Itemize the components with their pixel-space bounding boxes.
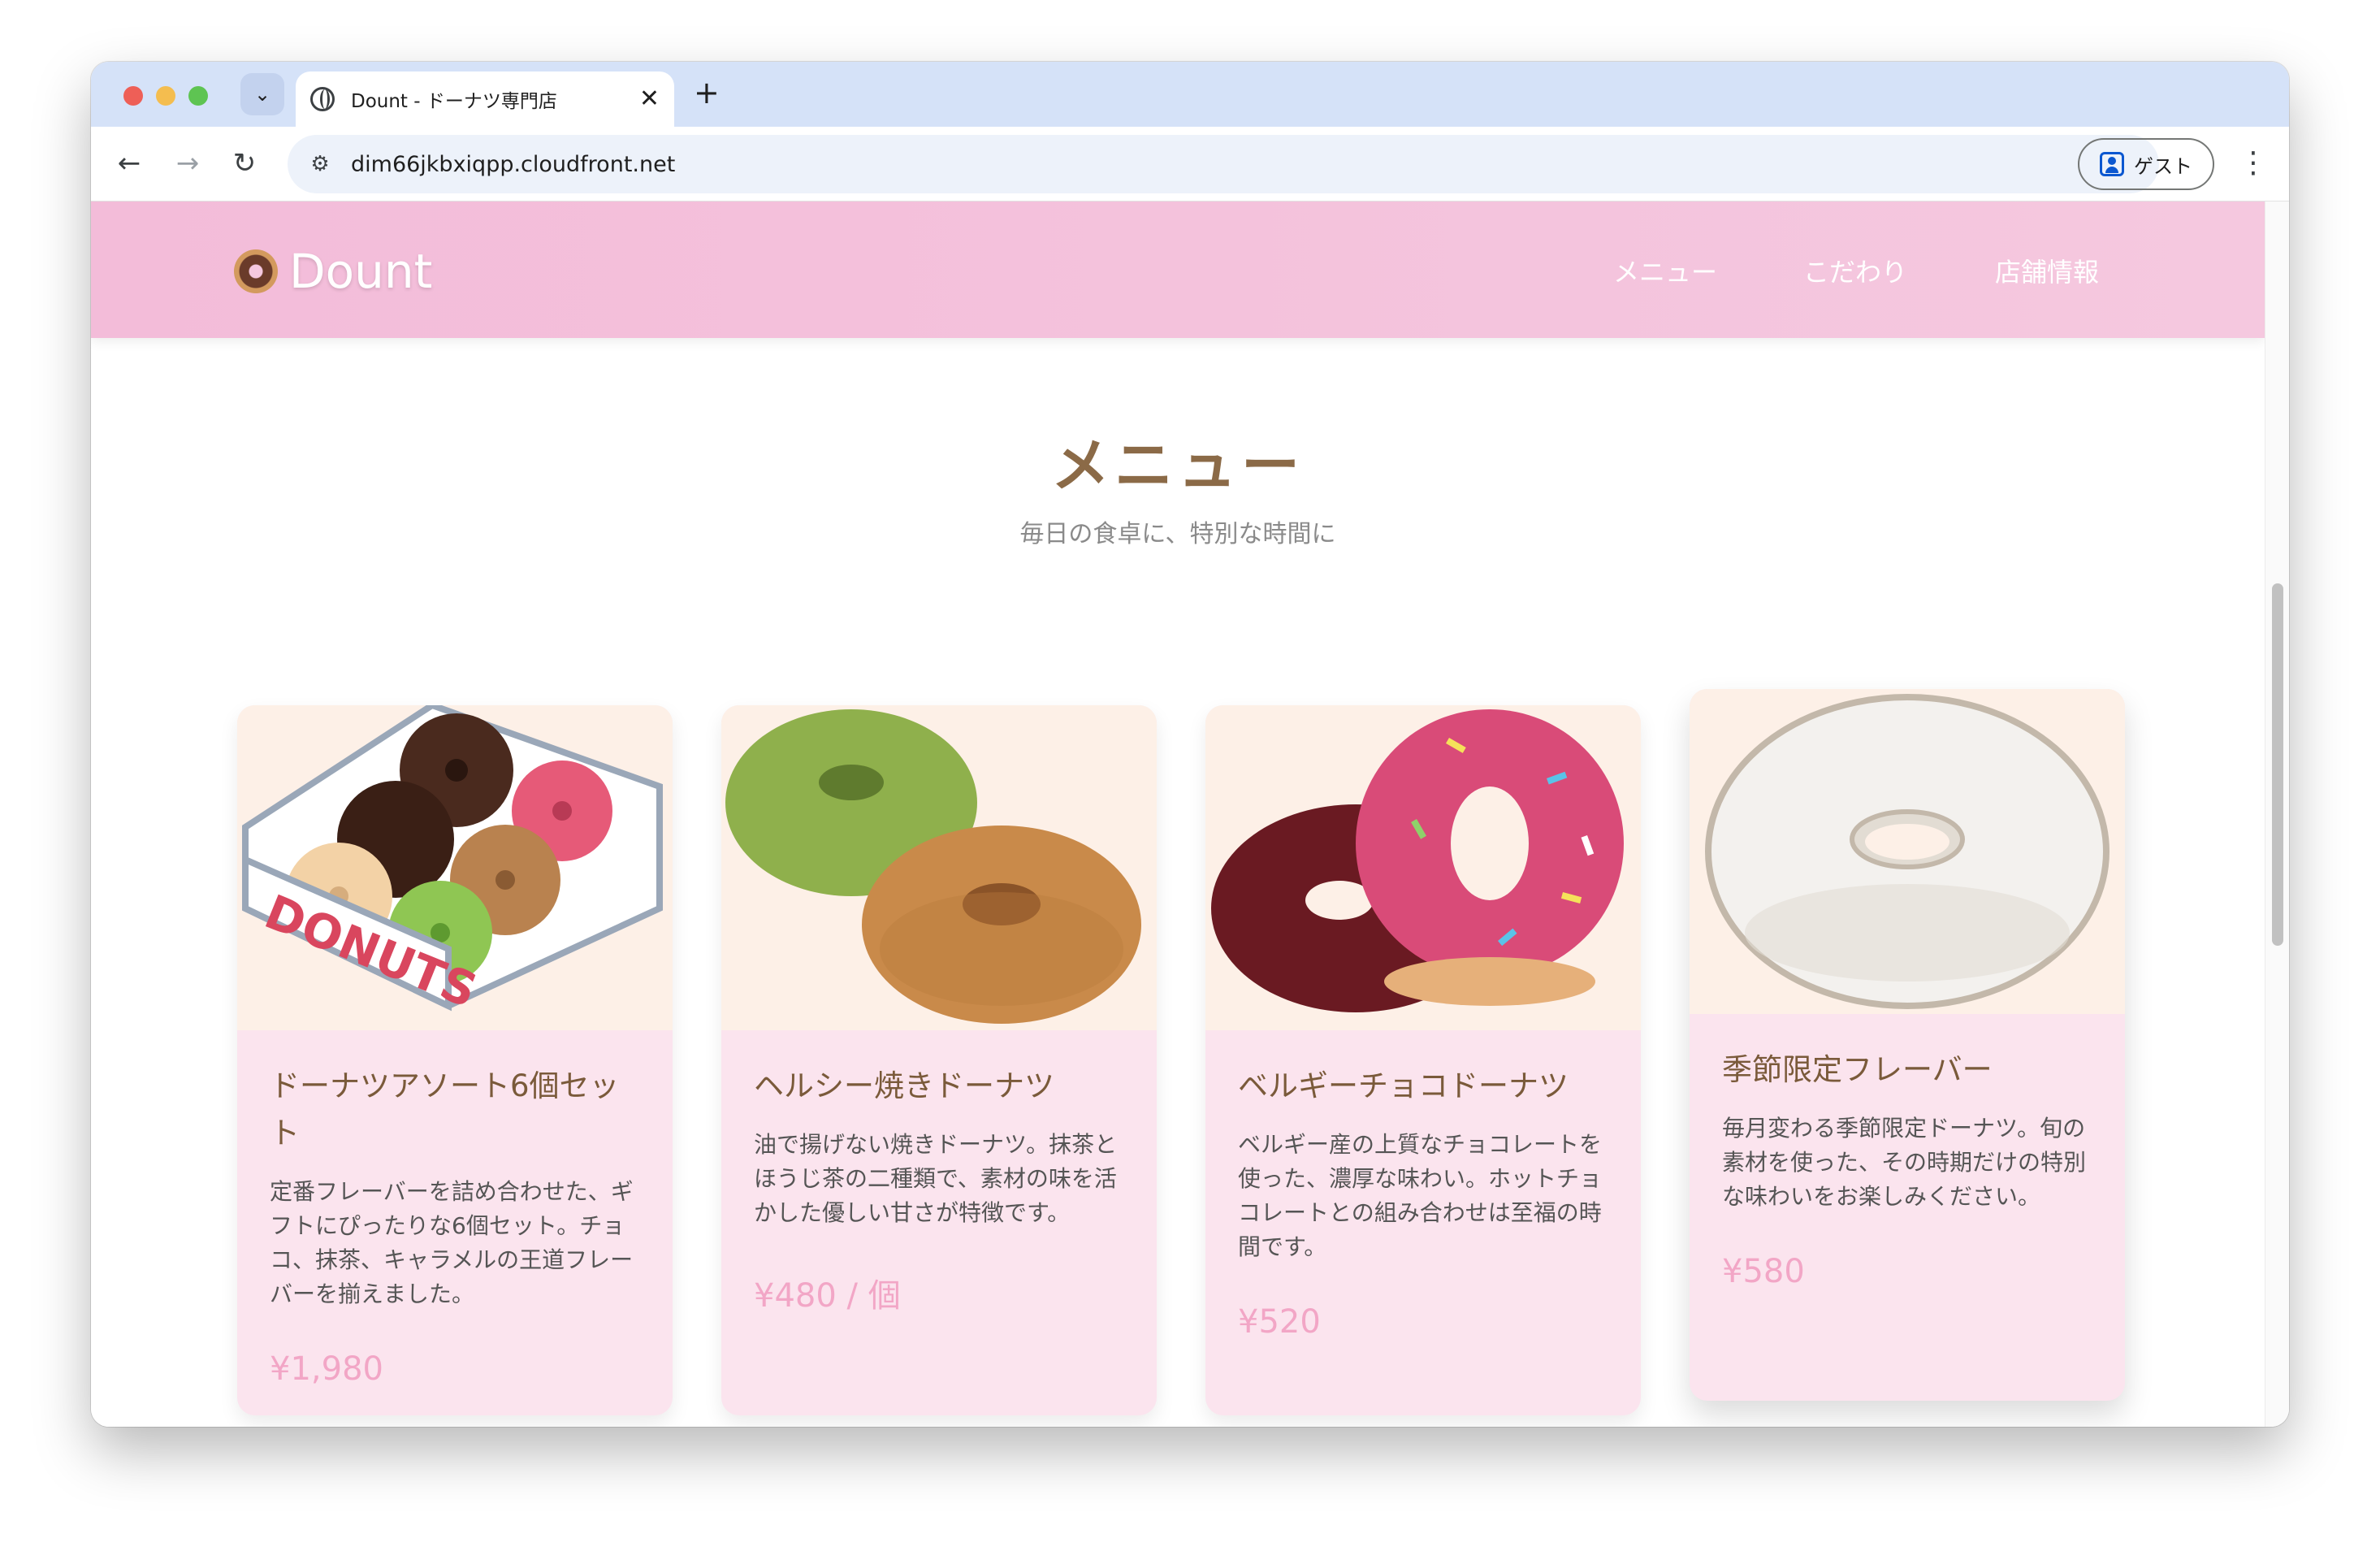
seasonal-donut-image [1690,689,2125,1014]
card-price: ¥580 [1722,1253,1805,1290]
menu-card-baked[interactable]: ヘルシー焼きドーナツ 油で揚げない焼きドーナツ。抹茶とほうじ茶の二種類で、素材の… [721,705,1157,1415]
new-tab-button[interactable]: + [694,75,720,110]
browser-toolbar: ← → ↻ ⚙ dim66jkbxiqpp.cloudfront.net ゲスト… [91,127,2289,202]
card-price: ¥520 [1238,1303,1321,1341]
browser-window: ⌄ Dount - ドーナツ専門店 ✕ + ← → ↻ ⚙ dim66jkbxi… [91,62,2289,1427]
page-scrollbar[interactable] [2265,202,2289,1427]
profile-label: ゲスト [2134,154,2192,178]
minimize-window-button[interactable] [156,86,175,106]
tab-title: Dount - ドーナツ専門店 [351,91,557,112]
logo-text: Dount [289,244,433,299]
donut-box-image: DONUTS [237,705,673,1030]
reload-button[interactable]: ↻ [226,145,263,182]
site-logo[interactable]: Dount [234,244,432,299]
scrollbar-thumb[interactable] [2272,583,2283,946]
card-description: 油で揚げない焼きドーナツ。抹茶とほうじ茶の二種類で、素材の味を活かした優しい甘さ… [754,1131,1118,1226]
back-button[interactable]: ← [110,145,148,182]
nav-link-store-info[interactable]: 店舗情報 [1995,252,2099,289]
card-name: ドーナツアソート6個セット [270,1068,620,1150]
chevron-down-icon: ⌄ [253,83,271,106]
card-price: ¥1,980 [270,1350,383,1388]
chocolate-donut-image [1205,705,1641,1030]
menu-card-assort[interactable]: DONUTS ドーナツアソート6個セット 定番フレーバーを詰め合わせた、ギフトに… [237,705,673,1415]
card-name: ベルギーチョコドーナツ [1238,1068,1569,1103]
nav-link-kodawari[interactable]: こだわり [1803,252,1907,289]
card-price: ¥480 / 個 [754,1277,901,1315]
menu-card-seasonal[interactable]: 季節限定フレーバー 毎月変わる季節限定ドーナツ。旬の素材を使った、その時期だけの… [1690,689,2125,1401]
baked-donut-image [721,705,1157,1030]
profile-button[interactable]: ゲスト [2078,138,2214,190]
card-description: 定番フレーバーを詰め合わせた、ギフトにぴったりな6個セット。チョコ、抹茶、キャラ… [270,1178,634,1307]
address-bar[interactable]: ⚙ dim66jkbxiqpp.cloudfront.net [288,135,2159,193]
card-description: 毎月変わる季節限定ドーナツ。旬の素材を使った、その時期だけの特別な味わいをお楽し… [1722,1115,2087,1210]
menu-card-chocolate[interactable]: ベルギーチョコドーナツ ベルギー産の上質なチョコレートを使った、濃厚な味わい。ホ… [1205,705,1641,1415]
card-name: 季節限定フレーバー [1722,1052,1993,1087]
section-title: メニュー [1050,431,1305,500]
site-info-icon[interactable]: ⚙ [304,152,336,176]
forward-button[interactable]: → [169,145,206,182]
close-window-button[interactable] [123,86,143,106]
card-name: ヘルシー焼きドーナツ [754,1068,1054,1103]
page-viewport: Dount メニュー こだわり 店舗情報 メニュー 毎日の食卓に、特別な時間に [91,202,2289,1427]
close-tab-icon[interactable]: ✕ [639,83,660,115]
browser-tab[interactable]: Dount - ドーナツ専門店 ✕ [296,72,674,127]
maximize-window-button[interactable] [188,86,208,106]
site-header: Dount メニュー こだわり 店舗情報 [91,202,2265,338]
card-description: ベルギー産の上質なチョコレートを使った、濃厚な味わい。ホットチョコレートとの組み… [1238,1131,1603,1260]
profile-icon [2100,152,2124,176]
donut-icon [234,249,278,293]
tab-search-button[interactable]: ⌄ [240,73,284,115]
more-menu-icon[interactable]: ⋮ [2239,145,2268,182]
globe-icon [310,87,335,111]
nav-link-menu[interactable]: メニュー [1613,252,1717,289]
url-text: dim66jkbxiqpp.cloudfront.net [351,151,676,177]
section-subtitle: 毎日の食卓に、特別な時間に [1019,520,1336,548]
tab-bar: ⌄ Dount - ドーナツ専門店 ✕ + [91,62,2289,127]
